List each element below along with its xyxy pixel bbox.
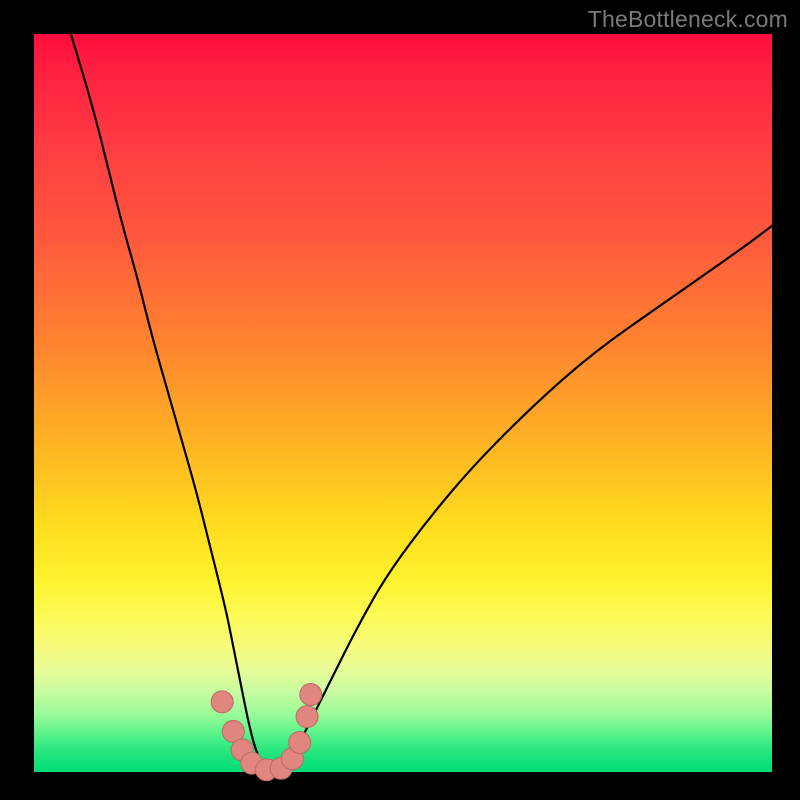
plot-gradient-background bbox=[34, 34, 772, 772]
chart-stage: TheBottleneck.com bbox=[0, 0, 800, 800]
watermark-text: TheBottleneck.com bbox=[588, 6, 788, 33]
